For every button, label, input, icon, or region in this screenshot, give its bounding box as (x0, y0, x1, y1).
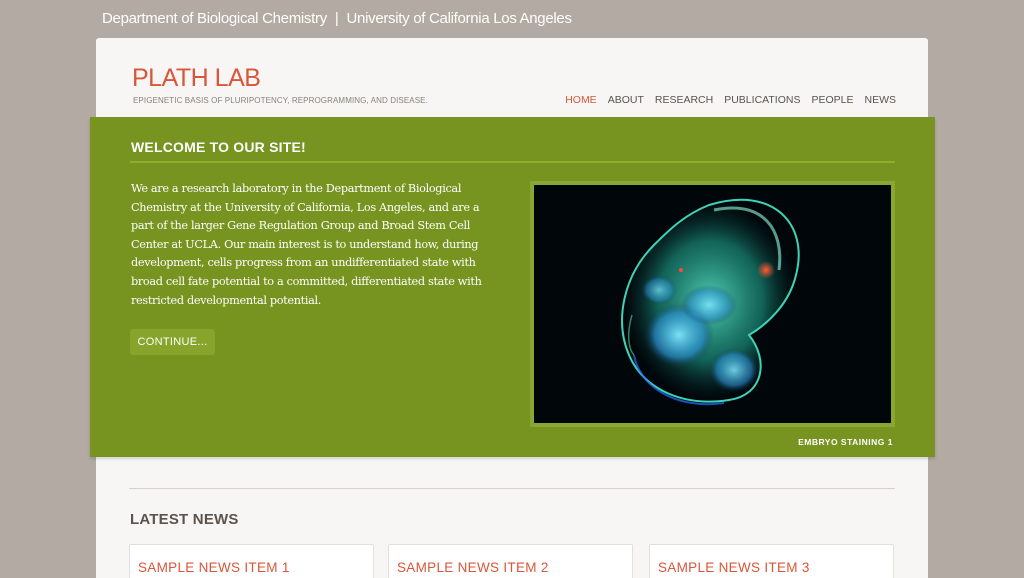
nav-item-home[interactable]: HOME (565, 94, 597, 106)
top-breadcrumb: Department of Biological Chemistry | Unive… (102, 10, 572, 27)
news-card[interactable]: SAMPLE NEWS ITEM 3 (649, 544, 894, 578)
site-logo[interactable]: PLATH LAB (132, 64, 261, 93)
nav-item-research[interactable]: RESEARCH (655, 94, 713, 106)
hero-title: WELCOME TO OUR SITE! (131, 139, 306, 155)
hero-text: We are a research laboratory in the Depa… (131, 182, 482, 307)
nav-item-about[interactable]: ABOUT (608, 94, 644, 106)
hero-divider (130, 161, 895, 163)
news-card[interactable]: SAMPLE NEWS ITEM 2 (388, 544, 633, 578)
site-tagline: EPIGENETIC BASIS OF PLURIPOTENCY, REPROG… (133, 96, 428, 105)
news-card[interactable]: SAMPLE NEWS ITEM 1 (129, 544, 374, 578)
latest-news-heading: LATEST NEWS (130, 511, 239, 528)
embryo-image-frame[interactable] (530, 181, 895, 427)
continue-button[interactable]: CONTINUE... (130, 329, 215, 355)
nav-item-people[interactable]: PEOPLE (811, 94, 853, 106)
hero-section: WELCOME TO OUR SITE! We are a research l… (90, 117, 935, 457)
nav-item-news[interactable]: NEWS (865, 94, 897, 106)
news-card-title[interactable]: SAMPLE NEWS ITEM 3 (658, 560, 810, 575)
news-card-title[interactable]: SAMPLE NEWS ITEM 2 (397, 560, 549, 575)
section-divider (129, 488, 895, 489)
image-caption: EMBRYO STAINING 1 (798, 437, 893, 447)
main-nav: HOME ABOUT RESEARCH PUBLICATIONS PEOPLE … (554, 94, 896, 106)
department-link[interactable]: Department of Biological Chemistry (102, 10, 327, 27)
university-link[interactable]: University of California Los Angeles (347, 10, 572, 27)
news-card-title[interactable]: SAMPLE NEWS ITEM 1 (138, 560, 290, 575)
embryo-image (534, 185, 891, 423)
breadcrumb-separator: | (334, 10, 339, 27)
embryo-illustration (621, 198, 800, 406)
nav-item-publications[interactable]: PUBLICATIONS (724, 94, 800, 106)
